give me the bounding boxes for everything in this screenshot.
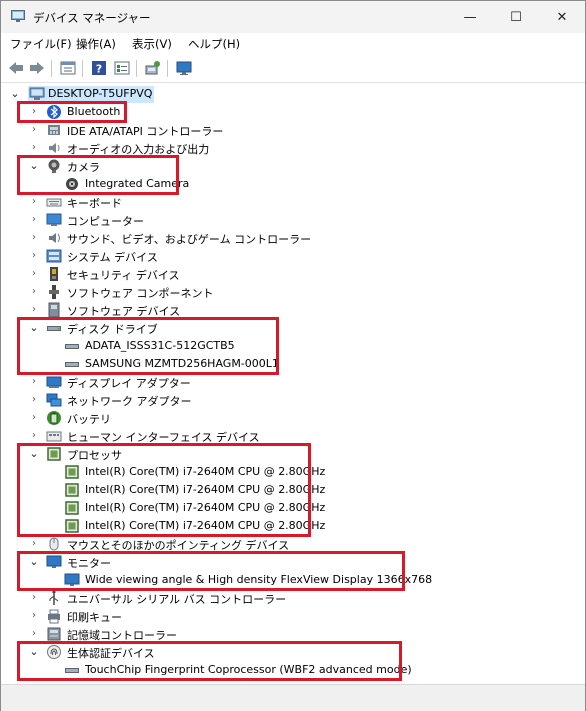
highlight-box	[17, 641, 402, 681]
usb-icon	[49, 591, 59, 605]
help-icon[interactable]: ?	[90, 59, 108, 77]
chevron-right-icon[interactable]: ›	[28, 303, 40, 317]
menu-view[interactable]: 表示(V)	[132, 36, 172, 52]
tree-category[interactable]: › システム デバイス	[1, 247, 585, 265]
title-bar: デバイス マネージャー — ☐ ✕	[1, 1, 585, 33]
tree-category-label: セキュリティ デバイス	[67, 269, 180, 282]
tree-category-label: ディスプレイ アダプター	[67, 377, 191, 390]
computer-root	[29, 87, 45, 100]
tree-category-label: ネットワーク アダプター	[67, 395, 192, 408]
system-device-icon	[46, 249, 62, 263]
sound-icon	[49, 233, 60, 243]
print-queue-icon	[48, 609, 60, 624]
chevron-right-icon[interactable]: ›	[28, 429, 40, 443]
chevron-right-icon[interactable]: ›	[28, 231, 40, 245]
maximize-button[interactable]: ☐	[493, 1, 539, 33]
tree-category[interactable]: › 印刷キュー	[1, 607, 585, 625]
device-manager-window: デバイス マネージャー — ☐ ✕ ファイル(F) 操作(A) 表示(V) ヘル…	[0, 0, 586, 711]
tree-category-label: 印刷キュー	[67, 611, 122, 624]
tree-category-label: ソフトウェア コンポーネント	[67, 287, 214, 300]
tree-category[interactable]: › ディスプレイ アダプター	[1, 373, 585, 391]
chevron-right-icon[interactable]: ›	[28, 411, 40, 425]
tree-category-label: IDE ATA/ATAPI コントローラー	[67, 125, 224, 138]
device-manager-icon	[11, 10, 25, 22]
security-device-icon	[50, 267, 58, 281]
chevron-right-icon[interactable]: ›	[28, 195, 40, 209]
tree-category-label: キーボード	[67, 197, 122, 210]
tree-category-label: システム デバイス	[67, 251, 158, 264]
battery-icon	[47, 411, 61, 425]
menu-bar: ファイル(F) 操作(A) 表示(V) ヘルプ(H)	[1, 33, 585, 55]
window-title: デバイス マネージャー	[33, 11, 151, 25]
mouse-icon	[49, 537, 59, 551]
software-component-icon	[49, 285, 59, 299]
tree-category[interactable]: › キーボード	[1, 193, 585, 211]
status-bar	[1, 684, 585, 711]
network-adapter-icon	[46, 393, 62, 407]
tree-category[interactable]: › サウンド、ビデオ、およびゲーム コントローラー	[1, 229, 585, 247]
display-adapter-icon	[46, 376, 62, 388]
hid-icon	[46, 431, 62, 442]
chevron-right-icon[interactable]: ›	[28, 537, 40, 551]
monitor-icon[interactable]	[175, 59, 193, 77]
tree-category[interactable]: › ソフトウェア コンポーネント	[1, 283, 585, 301]
audio-io-icon	[49, 143, 60, 153]
software-device-icon	[48, 302, 60, 318]
chevron-right-icon[interactable]: ›	[28, 375, 40, 389]
device-view-icon[interactable]	[113, 59, 131, 77]
highlight-box	[17, 101, 127, 123]
tree-category[interactable]: › IDE ATA/ATAPI コントローラー	[1, 121, 585, 139]
tree-category[interactable]: › ネットワーク アダプター	[1, 391, 585, 409]
svg-text:?: ?	[96, 63, 102, 76]
minimize-button[interactable]: —	[447, 1, 493, 33]
tree-category[interactable]: › ユニバーサル シリアル バス コントローラー	[1, 589, 585, 607]
chevron-right-icon[interactable]: ›	[28, 609, 40, 623]
menu-help[interactable]: ヘルプ(H)	[188, 36, 240, 52]
properties-icon[interactable]	[59, 59, 77, 77]
tree-category[interactable]: › セキュリティ デバイス	[1, 265, 585, 283]
tree-category[interactable]: › コンピューター	[1, 211, 585, 229]
close-button[interactable]: ✕	[539, 1, 585, 33]
chevron-right-icon[interactable]: ›	[28, 123, 40, 137]
storage-controller-icon	[47, 627, 61, 641]
menu-action[interactable]: 操作(A)	[76, 36, 116, 52]
tree-root-label: DESKTOP-T5UFPVQ	[48, 87, 153, 100]
chevron-right-icon[interactable]: ›	[28, 393, 40, 407]
tree-category-label: サウンド、ビデオ、およびゲーム コントローラー	[67, 233, 312, 246]
highlight-box	[17, 155, 179, 195]
chevron-right-icon[interactable]: ›	[28, 213, 40, 227]
highlight-box	[17, 551, 405, 591]
chevron-right-icon[interactable]: ›	[28, 591, 40, 605]
toolbar: ?	[1, 55, 585, 83]
menu-file[interactable]: ファイル(F)	[10, 36, 72, 52]
tree-category-label: ユニバーサル シリアル バス コントローラー	[67, 593, 287, 606]
tree-category-label: バッテリ	[67, 413, 111, 426]
chevron-right-icon[interactable]: ›	[28, 249, 40, 263]
ide-controller-icon	[48, 125, 60, 135]
chevron-right-icon[interactable]: ›	[28, 285, 40, 299]
forward-icon[interactable]	[28, 59, 46, 77]
device-tree: ⌄ DESKTOP-T5UFPVQ › Bluetooth › IDE ATA/ATAPI…	[1, 83, 585, 683]
chevron-right-icon[interactable]: ›	[28, 267, 40, 281]
scan-hardware-icon[interactable]	[144, 59, 162, 77]
keyboard-icon	[46, 198, 62, 207]
highlight-box	[17, 317, 279, 375]
chevron-down-icon[interactable]: ⌄	[9, 87, 21, 101]
computer-icon	[46, 213, 62, 226]
tree-category[interactable]: › バッテリ	[1, 409, 585, 427]
chevron-right-icon[interactable]: ›	[28, 141, 40, 155]
chevron-right-icon[interactable]: ›	[28, 627, 40, 641]
tree-category-label: コンピューター	[67, 215, 144, 228]
highlight-box	[17, 443, 311, 537]
back-icon[interactable]	[7, 59, 25, 77]
